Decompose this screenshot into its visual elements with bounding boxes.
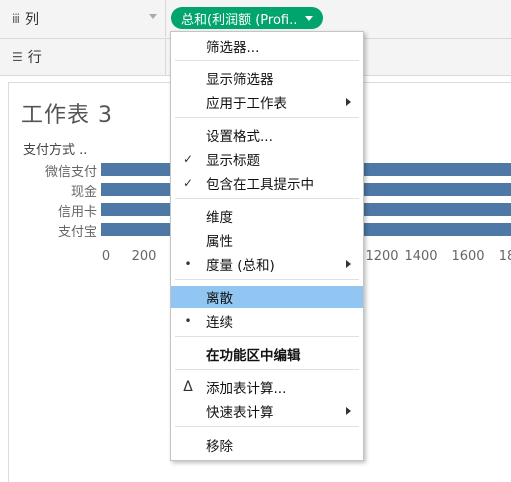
rows-shelf-label: ☰ 行 [0, 39, 166, 75]
axis-tick-label: 18 [498, 249, 511, 264]
axis-tick-label: 0 [101, 249, 111, 264]
sheet-title: 工作表 3 [21, 103, 113, 128]
submenu-arrow-icon [346, 98, 351, 106]
menu-item-include-in-tooltip[interactable]: ✓ 包含在工具提示中 [171, 172, 363, 194]
menu-item-discrete[interactable]: 离散 [171, 286, 363, 308]
axis-tick-label: 1600 [451, 249, 485, 264]
menu-separator [175, 426, 359, 427]
menu-item-label: 显示标题 [206, 153, 260, 169]
menu-item-label: 添加表计算... [206, 381, 287, 397]
measure-pill[interactable]: 总和(利润额 (Profi.. [171, 7, 324, 29]
category-label[interactable]: 信用卡 [58, 201, 97, 220]
bullet-icon: • [184, 314, 192, 328]
measure-pill-label: 总和(利润额 (Profi.. [181, 12, 298, 28]
axis-tick-label: 1200 [365, 249, 399, 264]
category-label[interactable]: 微信支付 [45, 161, 97, 180]
rows-label-text: 行 [27, 50, 42, 66]
check-icon: ✓ [182, 152, 194, 166]
menu-item-label: 度量 (总和) [206, 258, 275, 274]
menu-item-apply-to-worksheets[interactable]: 应用于工作表 [171, 91, 363, 113]
menu-item-label: 在功能区中编辑 [206, 348, 301, 364]
menu-item-format[interactable]: 设置格式... [171, 124, 363, 146]
menu-item-label: 显示筛选器 [206, 72, 274, 88]
menu-separator [175, 279, 359, 280]
menu-item-quick-table-calc[interactable]: 快速表计算 [171, 400, 363, 422]
menu-item-label: 维度 [206, 210, 233, 226]
rows-icon: ☰ [12, 50, 23, 64]
menu-item-label: 设置格式... [206, 129, 273, 145]
delta-icon: Δ [183, 379, 193, 395]
columns-shelf-label: iii 列 [0, 0, 166, 37]
menu-item-dimension[interactable]: 维度 [171, 205, 363, 227]
menu-separator [175, 117, 359, 118]
columns-icon: iii [12, 11, 20, 26]
menu-item-label: 筛选器... [206, 40, 260, 56]
menu-separator [175, 369, 359, 370]
menu-item-measure[interactable]: • 度量 (总和) [171, 253, 363, 275]
menu-item-label: 连续 [206, 315, 233, 331]
menu-item-filter[interactable]: 筛选器... [171, 35, 363, 57]
menu-item-edit-in-shelf[interactable]: 在功能区中编辑 [171, 343, 363, 365]
columns-label-text: 列 [25, 11, 40, 28]
axis-tick-label: 200 [131, 249, 157, 264]
menu-item-add-table-calc[interactable]: Δ 添加表计算... [171, 376, 363, 398]
check-icon: ✓ [182, 176, 194, 190]
menu-item-label: 属性 [206, 234, 233, 250]
menu-item-label: 移除 [206, 439, 233, 455]
menu-separator [175, 60, 359, 61]
submenu-arrow-icon [346, 407, 351, 415]
bullet-icon: • [184, 257, 192, 271]
menu-item-remove[interactable]: 移除 [171, 434, 363, 456]
menu-item-label: 快速表计算 [206, 405, 274, 421]
pill-dropdown-icon[interactable] [305, 15, 314, 21]
pill-context-menu: 筛选器... 显示筛选器 应用于工作表 设置格式... ✓ 显示标题 ✓ 包含在… [170, 31, 364, 461]
menu-item-attribute[interactable]: 属性 [171, 229, 363, 251]
category-label[interactable]: 支付宝 [58, 221, 97, 240]
category-label[interactable]: 现金 [71, 181, 97, 200]
dimension-header[interactable]: 支付方式 .. [23, 139, 87, 158]
menu-separator [175, 198, 359, 199]
menu-item-label: 应用于工作表 [206, 96, 287, 112]
submenu-arrow-icon [346, 260, 351, 268]
menu-item-label: 离散 [206, 291, 233, 307]
axis-tick-label: 1400 [404, 249, 438, 264]
menu-separator [175, 336, 359, 337]
menu-item-show-filter[interactable]: 显示筛选器 [171, 67, 363, 89]
menu-item-continuous[interactable]: • 连续 [171, 310, 363, 332]
menu-item-label: 包含在工具提示中 [206, 177, 314, 193]
chevron-down-icon[interactable] [149, 14, 157, 19]
menu-item-show-header[interactable]: ✓ 显示标题 [171, 148, 363, 170]
